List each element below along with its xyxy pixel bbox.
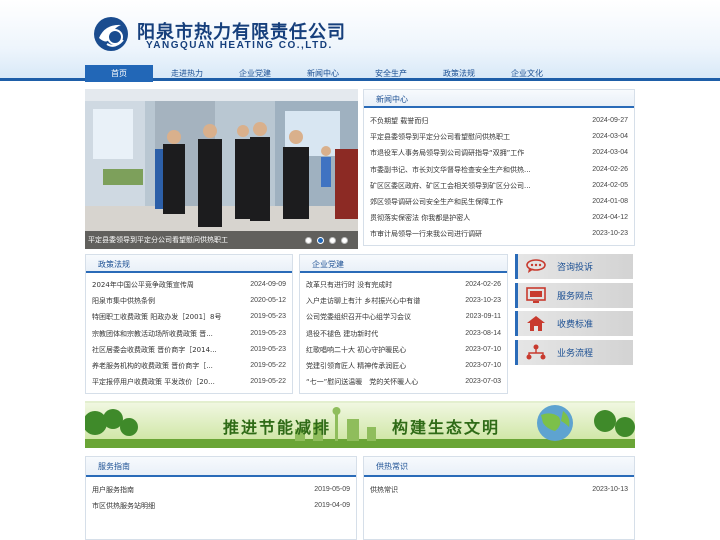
button-accent-bar xyxy=(515,311,518,337)
list-item[interactable]: 平定县委领导到平定分公司看望慰问供热职工 2024-03-04 xyxy=(364,129,634,145)
list-item[interactable]: 用户服务指南 2019-05-09 xyxy=(86,482,356,498)
party-panel-header: 企业党建 xyxy=(300,255,507,273)
list-item[interactable]: 平定报停用户收费政策 平发改价［20... 2019-05-22 xyxy=(86,374,292,390)
list-item[interactable]: 红歌唱响二十大 初心守护暖民心 2023-07-10 xyxy=(300,342,507,358)
nav-culture[interactable]: 企业文化 xyxy=(493,65,561,82)
list-item[interactable]: 供热常识 2023-10-13 xyxy=(364,482,634,498)
nav-home[interactable]: 首页 xyxy=(85,65,153,82)
slider-dot[interactable] xyxy=(341,237,348,244)
news-panel-title[interactable]: 新闻中心 xyxy=(376,94,408,105)
knowledge-panel: 供热常识 供热常识 2023-10-13 xyxy=(363,456,635,540)
nav-about[interactable]: 走进热力 xyxy=(153,65,221,82)
fee-standard-label: 收费标准 xyxy=(557,320,594,331)
party-panel: 企业党建 改革只有进行时 没有完成时 2024-02-26 入户走访聊上有汁 乡村… xyxy=(299,254,508,394)
nav-party[interactable]: 企业党建 xyxy=(221,65,289,82)
policy-panel: 政策法规 2024年中国公平竞争政策宣传周 2024-09-09 阳泉市集中供热条… xyxy=(85,254,293,394)
list-item[interactable]: 矿区区委区政府、矿区工会相关领导到矿区分公司... 2024-02-05 xyxy=(364,178,634,194)
company-name-en: YANGQUAN HEATING CO.,LTD. xyxy=(146,40,333,51)
list-item[interactable]: 阳泉市集中供热条例 2020-05-12 xyxy=(86,293,292,309)
news-list: 不负期望 载誉而归 2024-09-27 平定县委领导到平定分公司看望慰问供热职工… xyxy=(364,108,634,243)
list-item[interactable]: 特困职工收费政策 阳政办发［2001］8号 2019-05-23 xyxy=(86,309,292,325)
list-item[interactable]: 郊区领导调研公司安全生产和民生保障工作 2024-01-08 xyxy=(364,194,634,210)
list-item[interactable]: 社区居委会收费政策 晋价商字［2014... 2019-05-23 xyxy=(86,342,292,358)
banner-slogan-left: 推进节能减排 xyxy=(223,418,332,437)
service-shortcuts: 咨询投诉 服务网点 收费标准 业务流程 xyxy=(515,254,633,368)
list-item[interactable]: 市退役军人事务局领导到公司调研指导“双拥”工作 2024-03-04 xyxy=(364,145,634,161)
party-list: 改革只有进行时 没有完成时 2024-02-26 入户走访聊上有汁 乡村振兴心中有… xyxy=(300,273,507,390)
policy-panel-header: 政策法规 xyxy=(86,255,292,273)
list-item[interactable]: 改革只有进行时 没有完成时 2024-02-26 xyxy=(300,277,507,293)
list-item[interactable]: 养老服务机构的收费政策 晋价商字［... 2019-05-22 xyxy=(86,358,292,374)
consult-label: 咨询投诉 xyxy=(557,263,594,273)
eco-banner[interactable]: 推进节能减排 构建生态文明 xyxy=(85,401,635,448)
fee-standard-button[interactable]: 收费标准 xyxy=(515,311,633,337)
consult-icon xyxy=(526,259,546,273)
main-nav: 首页 走进热力 企业党建 新闻中心 安全生产 政策法规 企业文化 xyxy=(85,65,635,82)
service-points-label: 服务网点 xyxy=(557,291,594,302)
process-icon xyxy=(526,344,546,360)
knowledge-header: 供热常识 xyxy=(364,457,634,477)
knowledge-list: 供热常识 2023-10-13 xyxy=(364,477,634,498)
list-item[interactable]: 2024年中国公平竞争政策宣传周 2024-09-09 xyxy=(86,277,292,293)
monitor-icon xyxy=(526,286,546,303)
consult-button[interactable]: 咨询投诉 xyxy=(515,254,633,279)
service-guide-title[interactable]: 服务指南 xyxy=(98,461,130,472)
policy-panel-title[interactable]: 政策法规 xyxy=(98,259,130,270)
button-accent-bar xyxy=(515,254,518,279)
news-panel: 新闻中心 不负期望 载誉而归 2024-09-27 平定县委领导到平定分公司看望慰… xyxy=(363,89,635,246)
nav-policy[interactable]: 政策法规 xyxy=(425,65,493,82)
list-item[interactable]: 党建引领育匠人 精神传承润匠心 2023-07-10 xyxy=(300,358,507,374)
list-item[interactable]: 宗教团体和宗教活动场所收费政策 晋... 2019-05-23 xyxy=(86,326,292,342)
business-process-button[interactable]: 业务流程 xyxy=(515,339,633,365)
news-panel-header: 新闻中心 xyxy=(364,90,634,108)
banner-background xyxy=(85,401,635,448)
slider-photo xyxy=(85,89,358,249)
list-item[interactable]: 市区供热服务站明细 2019-04-09 xyxy=(86,498,356,514)
slider-dot[interactable] xyxy=(305,237,312,244)
business-process-label: 业务流程 xyxy=(557,348,594,359)
service-guide-header: 服务指南 xyxy=(86,457,356,477)
list-item[interactable]: 入户走访聊上有汁 乡村振兴心中有谱 2023-10-23 xyxy=(300,293,507,309)
service-guide-panel: 服务指南 用户服务指南 2019-05-09 市区供热服务站明细 2019-04-0… xyxy=(85,456,357,540)
policy-list: 2024年中国公平竞争政策宣传周 2024-09-09 阳泉市集中供热条例 2020… xyxy=(86,273,292,390)
button-accent-bar xyxy=(515,282,518,308)
list-item[interactable]: 公司党委组织召开中心组学习会议 2023-09-11 xyxy=(300,309,507,325)
list-item[interactable]: 市委副书记、市长刘文华督导检查安全生产和供热... 2024-02-26 xyxy=(364,162,634,178)
slider-dots xyxy=(305,237,348,244)
service-points-button[interactable]: 服务网点 xyxy=(515,282,633,308)
party-panel-title[interactable]: 企业党建 xyxy=(312,259,344,270)
knowledge-title[interactable]: 供热常识 xyxy=(376,461,408,472)
banner-slogan-right: 构建生态文明 xyxy=(392,418,501,437)
slider-dot-active[interactable] xyxy=(317,237,324,244)
house-icon xyxy=(527,316,545,332)
nav-safety[interactable]: 安全生产 xyxy=(357,65,425,82)
list-item[interactable]: 退役不褪色 建功新时代 2023-08-14 xyxy=(300,326,507,342)
list-item[interactable]: “七一”慰问送温暖 党的关怀暖人心 2023-07-03 xyxy=(300,374,507,390)
list-item[interactable]: 不负期望 载誉而归 2024-09-27 xyxy=(364,113,634,129)
nav-news[interactable]: 新闻中心 xyxy=(289,65,357,82)
button-accent-bar xyxy=(515,339,518,365)
list-item[interactable]: 市审计局领导一行来我公司进行调研 2023-10-23 xyxy=(364,226,634,242)
slider-dot[interactable] xyxy=(329,237,336,244)
photo-slider[interactable]: 平定县委领导到平定分公司看望慰问供热职工 xyxy=(85,89,358,249)
list-item[interactable]: 贯彻落实保密法 你我都是护密人 2024-04-12 xyxy=(364,210,634,226)
company-logo-icon xyxy=(94,17,128,51)
service-guide-list: 用户服务指南 2019-05-09 市区供热服务站明细 2019-04-09 xyxy=(86,477,356,514)
